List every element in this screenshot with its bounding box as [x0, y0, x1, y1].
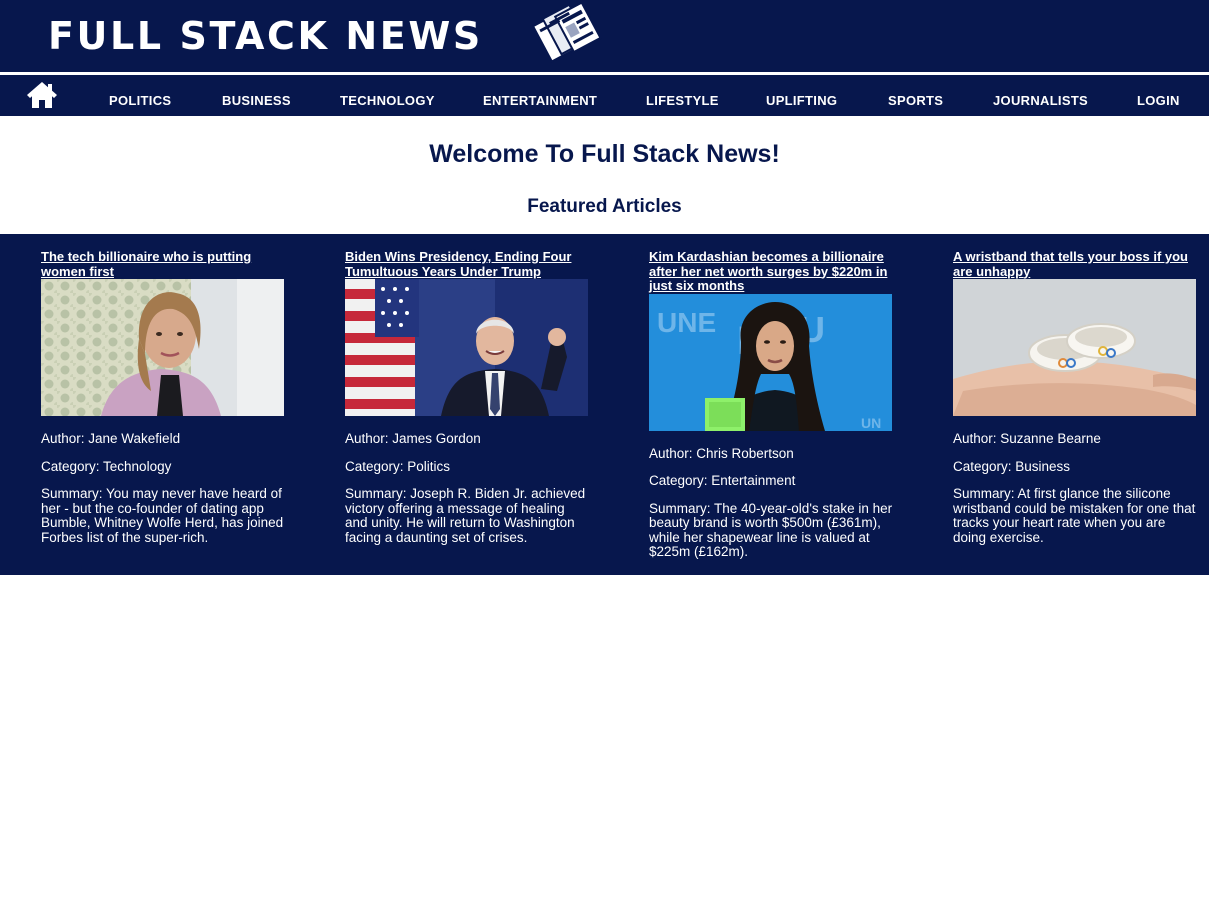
article-image[interactable]	[345, 279, 588, 416]
article-category: Category: Business	[953, 458, 1071, 474]
article-image[interactable]: UNE N U UN	[649, 293, 892, 431]
article-card: A wristband that tells your boss if you …	[953, 249, 1205, 545]
home-icon[interactable]	[26, 81, 58, 109]
article-author: Author: Jane Wakefield	[41, 431, 181, 446]
article-image[interactable]	[953, 279, 1196, 416]
nav-item-login[interactable]: LOGIN	[1137, 93, 1180, 108]
kardashian-blue-backdrop-photo: UNE N U UN	[649, 293, 892, 431]
newspapers-icon	[531, 2, 602, 63]
masthead: FULL STACK NEWS	[0, 0, 1209, 72]
article-category: Category: Technology	[41, 458, 172, 474]
featured-heading: Featured Articles	[527, 196, 682, 217]
nav-item-technology[interactable]: TECHNOLOGY	[340, 93, 435, 108]
article-card: Biden Wins Presidency, Ending Four Tumul…	[345, 249, 597, 545]
article-title-link[interactable]: Biden Wins Presidency, Ending Four Tumul…	[345, 249, 595, 279]
nav-item-sports[interactable]: SPORTS	[888, 93, 943, 108]
nav-item-entertainment[interactable]: ENTERTAINMENT	[483, 93, 597, 108]
svg-text:UNE: UNE	[657, 307, 716, 338]
site-logo-text[interactable]: FULL STACK NEWS	[48, 13, 483, 59]
article-summary: Summary: Joseph R. Biden Jr. achieved vi…	[345, 486, 586, 545]
main-nav: POLITICS BUSINESS TECHNOLOGY ENTERTAINME…	[0, 75, 1209, 116]
nav-item-politics[interactable]: POLITICS	[109, 93, 171, 108]
article-card: Kim Kardashian becomes a billionaire aft…	[649, 249, 901, 560]
article-card: The tech billionaire who is putting wome…	[41, 249, 293, 545]
page-title: Welcome To Full Stack News!	[429, 140, 780, 168]
nav-item-lifestyle[interactable]: LIFESTYLE	[646, 93, 719, 108]
article-category: Category: Entertainment	[649, 473, 796, 488]
article-title-link[interactable]: Kim Kardashian becomes a billionaire aft…	[649, 249, 899, 294]
article-author: Author: James Gordon	[345, 431, 481, 446]
svg-text:UN: UN	[861, 415, 881, 431]
article-author: Author: Suzanne Bearne	[953, 431, 1101, 446]
article-summary: Summary: At first glance the silicone wr…	[953, 486, 1196, 545]
featured-articles: The tech billionaire who is putting wome…	[0, 234, 1209, 575]
article-image[interactable]	[41, 279, 284, 416]
article-title-link[interactable]: The tech billionaire who is putting wome…	[41, 249, 291, 279]
article-category: Category: Politics	[345, 458, 451, 474]
woman-portrait-photo	[41, 279, 284, 416]
biden-flag-photo	[345, 279, 588, 416]
nav-item-uplifting[interactable]: UPLIFTING	[766, 93, 837, 108]
nav-item-business[interactable]: BUSINESS	[222, 93, 291, 108]
nav-item-journalists[interactable]: JOURNALISTS	[993, 93, 1088, 108]
article-summary: Summary: The 40-year-old's stake in her …	[649, 500, 893, 559]
wristbands-in-hand-photo	[953, 279, 1196, 416]
article-title-link[interactable]: A wristband that tells your boss if you …	[953, 249, 1203, 279]
article-author: Author: Chris Robertson	[649, 445, 794, 461]
article-summary: Summary: You may never have heard of her…	[41, 486, 284, 545]
